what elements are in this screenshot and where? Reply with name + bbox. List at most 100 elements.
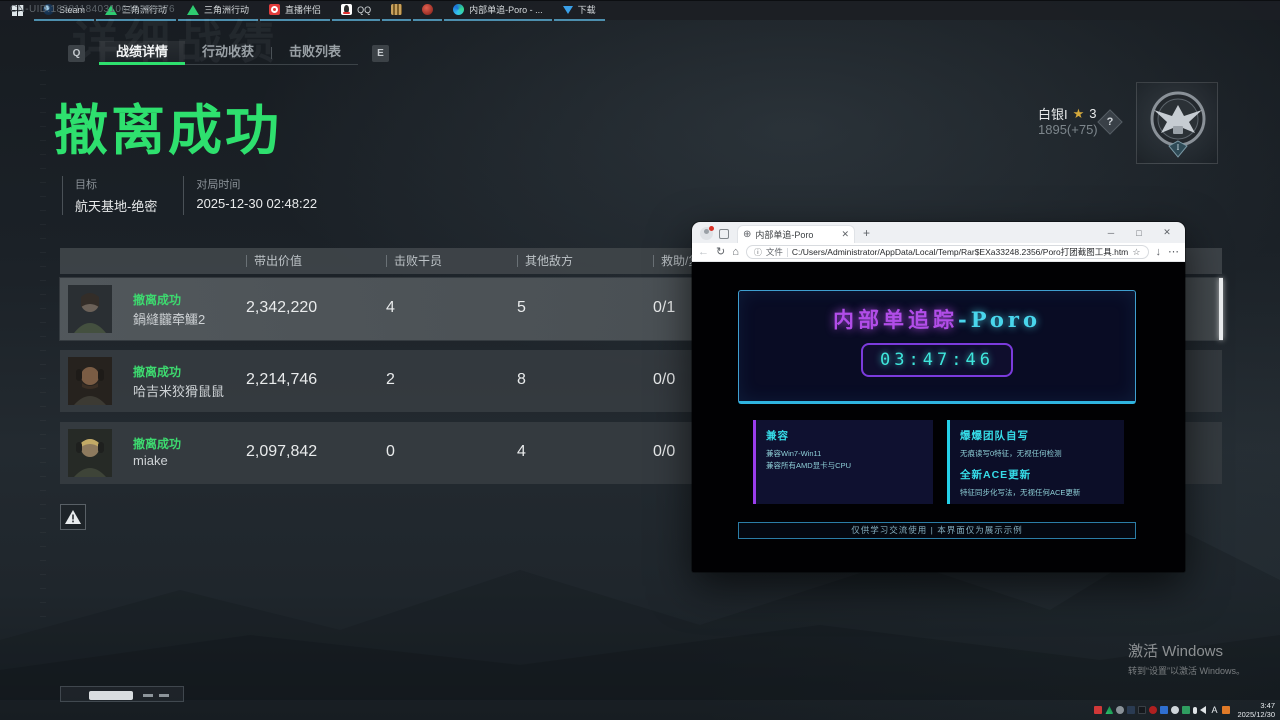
refresh-icon[interactable]: ↻	[716, 247, 725, 258]
taskbar-app-red[interactable]	[413, 1, 442, 21]
card-title: 爆爆团队自写	[960, 428, 1114, 443]
dark-app-tray-icon[interactable]	[1138, 706, 1146, 714]
browser-window[interactable]: ⊕ 内部单追-Poro ✕ + ─ □ ✕ ← ↻ ⌂ ⓘ 文件 C:/User…	[692, 222, 1185, 572]
cell-rescue: 0/0	[653, 371, 675, 389]
taskbar-app-downloads[interactable]: 下载	[554, 1, 605, 21]
hint-pill	[89, 691, 133, 700]
url-scheme-label: 文件	[766, 246, 783, 258]
taskbar-clock[interactable]: 3:47 2025/12/30	[1237, 701, 1275, 720]
gold-app-icon	[391, 4, 402, 15]
row-player-name: miake	[133, 453, 168, 468]
info-label: 对局时间	[196, 176, 317, 192]
card-line: 特征同步化写法，无视任何ACE更新	[960, 487, 1114, 499]
result-title: 撤离成功	[54, 86, 282, 165]
card-line: 无痕读写0特征，无视任何检测	[960, 448, 1114, 460]
edge-icon	[453, 4, 464, 15]
rank-star-icon: ★	[1073, 106, 1085, 122]
key-hint-q: Q	[68, 45, 85, 62]
menu-dots-icon[interactable]: ⋯	[1168, 247, 1179, 258]
cell-kills: 0	[386, 443, 395, 461]
features-card: 爆爆团队自写 无痕读写0特征，无视任何检测 全新ACE更新 特征同步化写法，无视…	[947, 420, 1124, 504]
live-companion-icon	[269, 4, 280, 15]
download-icon	[563, 6, 573, 14]
speaker-icon[interactable]	[1200, 706, 1206, 714]
tab-match-details[interactable]: 战绩详情	[99, 41, 185, 64]
file-badge-icon: ⓘ	[754, 247, 762, 258]
tab-close-icon[interactable]: ✕	[841, 229, 849, 240]
svg-text:I: I	[1177, 143, 1180, 152]
back-icon[interactable]: ←	[698, 247, 709, 258]
tab-stack-icon[interactable]	[719, 229, 729, 239]
col-header-kills: 击败干员	[386, 248, 442, 274]
rank-emblem: I	[1136, 82, 1218, 164]
card-line: 兼容所有AMD显卡与CPU	[766, 460, 923, 472]
tab-loot-gains[interactable]: 行动收获	[185, 41, 271, 64]
green-app-tray-icon[interactable]	[1182, 706, 1190, 714]
qq-icon	[341, 4, 352, 15]
steam-tray-icon[interactable]	[1116, 706, 1124, 714]
activate-windows-watermark: 激活 Windows 转到“设置”以激活 Windows。	[1128, 640, 1245, 677]
blue-app-tray-icon[interactable]	[1160, 706, 1168, 714]
microphone-icon[interactable]	[1193, 707, 1197, 714]
selection-marker	[1219, 278, 1223, 340]
rank-tier-name: 白银I	[1038, 104, 1068, 123]
report-warning-button[interactable]	[60, 504, 86, 530]
browser-address-bar[interactable]: ← ↻ ⌂ ⓘ 文件 C:/Users/Administrator/AppDat…	[692, 243, 1185, 262]
window-controls[interactable]: ─ □ ✕	[1097, 222, 1181, 243]
minimize-button[interactable]: ─	[1097, 228, 1125, 238]
maximize-button[interactable]: □	[1125, 228, 1153, 238]
browser-titlebar[interactable]: ⊕ 内部单追-Poro ✕ + ─ □ ✕	[692, 222, 1185, 243]
tracker-panel: 内部单追踪-Poro 03:47:46	[738, 290, 1136, 404]
avatar	[68, 357, 112, 405]
info-match-time: 对局时间 2025-12-30 02:48:22	[183, 176, 317, 215]
decor-ruler	[40, 70, 46, 630]
row-status: 撤离成功	[133, 291, 181, 308]
close-button[interactable]: ✕	[1153, 227, 1181, 238]
rank-star-count: 3	[1089, 106, 1096, 121]
url-divider	[787, 248, 788, 257]
downloads-icon[interactable]: ↓	[1156, 247, 1162, 258]
ime-indicator[interactable]: A	[1209, 705, 1219, 715]
taskbar-app-qq[interactable]: QQ	[332, 1, 380, 21]
tab-kill-list[interactable]: 击败列表	[272, 41, 358, 64]
avatar	[68, 285, 112, 333]
red-circle-tray-icon[interactable]	[1149, 706, 1157, 714]
light-app-tray-icon[interactable]	[1171, 706, 1179, 714]
rank-help-button[interactable]: ?	[1097, 109, 1122, 134]
card-title: 全新ACE更新	[960, 467, 1114, 482]
row-status: 撤离成功	[133, 363, 181, 380]
card-line: 兼容Win7-Win11	[766, 448, 923, 460]
recording-tray-icon[interactable]	[1094, 706, 1102, 714]
browser-profile-icon[interactable]	[700, 227, 713, 240]
compatibility-card: 兼容 兼容Win7-Win11 兼容所有AMD显卡与CPU	[753, 420, 933, 504]
taskbar-app-gold[interactable]	[382, 1, 411, 21]
cell-rescue: 0/0	[653, 443, 675, 461]
tracker-timer: 03:47:46	[861, 343, 1013, 377]
delta-tray-icon[interactable]	[1105, 706, 1113, 714]
security-tray-icon[interactable]	[1222, 706, 1230, 714]
cell-others: 8	[517, 371, 526, 389]
watermark-line2: 转到“设置”以激活 Windows。	[1128, 664, 1245, 677]
cell-value: 2,097,842	[246, 443, 317, 461]
hint-mark	[159, 694, 169, 697]
home-icon[interactable]: ⌂	[732, 247, 739, 258]
bottom-hint-chip	[60, 686, 184, 702]
warning-icon	[65, 510, 81, 524]
cell-others: 4	[517, 443, 526, 461]
tab-bar: Q 战绩详情 行动收获 击败列表 E	[54, 41, 403, 65]
tracker-title: 内部单追踪-Poro	[739, 304, 1135, 334]
col-header-others: 其他敌方	[517, 248, 573, 274]
browser-tab[interactable]: ⊕ 内部单追-Poro ✕	[737, 225, 855, 243]
hint-mark	[143, 694, 153, 697]
url-field[interactable]: ⓘ 文件 C:/Users/Administrator/AppData/Loca…	[746, 245, 1149, 259]
cell-kills: 4	[386, 299, 395, 317]
new-tab-button[interactable]: +	[863, 226, 870, 240]
taskbar-app-edge-poro[interactable]: 内部单追-Poro - ...	[444, 1, 552, 21]
defender-tray-icon[interactable]	[1127, 706, 1135, 714]
browser-content: 内部单追踪-Poro 03:47:46 兼容 兼容Win7-Win11 兼容所有…	[692, 262, 1185, 572]
red-app-icon	[422, 4, 433, 15]
favorite-star-icon[interactable]: ☆	[1132, 247, 1140, 258]
info-objective: 目标 航天基地-绝密	[62, 176, 157, 215]
cell-others: 5	[517, 299, 526, 317]
game-screen: 详细战绩 CN-UID:183811840310648359376 Q 战绩详情…	[0, 0, 1280, 720]
